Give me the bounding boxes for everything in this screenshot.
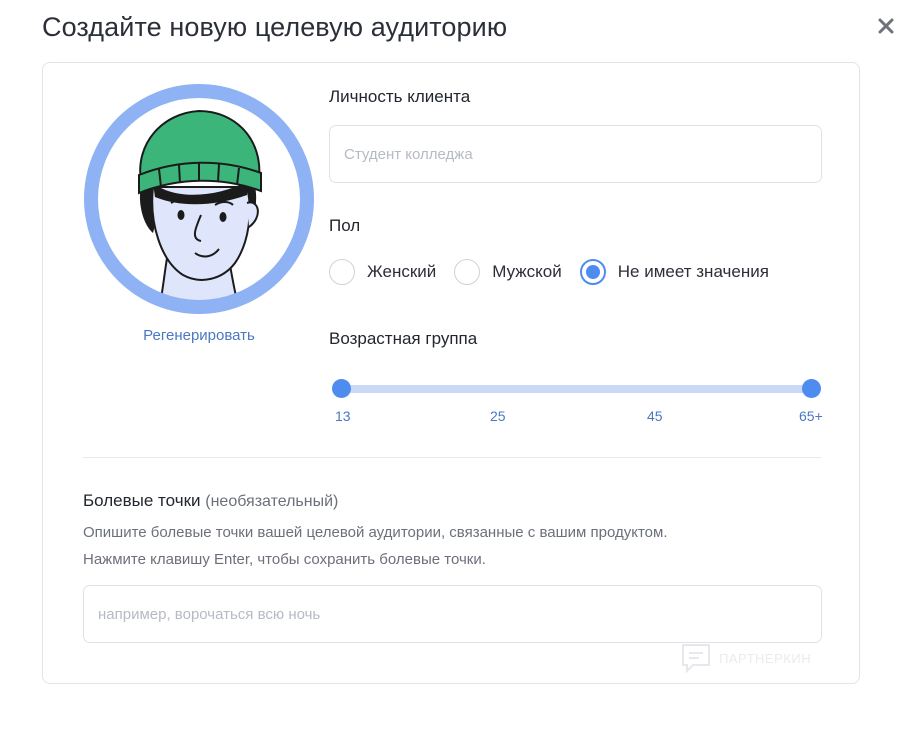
- gender-option-label: Мужской: [492, 262, 562, 281]
- regenerate-link[interactable]: Регенерировать: [83, 327, 315, 344]
- pain-points-title: Болевые точки: [83, 491, 201, 510]
- pain-points-hint: Нажмите клавишу Enter, чтобы сохранить б…: [83, 551, 486, 568]
- age-tick: 13: [335, 408, 351, 424]
- optional-tag: (необязательный): [205, 493, 339, 510]
- age-tick: 65+: [799, 408, 823, 424]
- gender-option-any[interactable]: Не имеет значения: [579, 259, 769, 285]
- section-divider: [83, 457, 821, 458]
- gender-option-label: Женский: [367, 262, 437, 281]
- gender-label: Пол: [329, 216, 361, 235]
- pain-points-label: Болевые точки (необязательный): [83, 491, 338, 511]
- age-range-slider[interactable]: [341, 385, 811, 393]
- age-tick: 45: [647, 408, 663, 424]
- gender-option-male[interactable]: Мужской: [454, 259, 562, 285]
- age-tick: 25: [490, 408, 506, 424]
- watermark-text: ПАРТНЕРКИН: [719, 650, 812, 666]
- pain-points-help: Опишите болевые точки вашей целевой ауди…: [83, 524, 668, 541]
- radio-male-circle[interactable]: [454, 259, 481, 285]
- radio-any-circle[interactable]: [579, 259, 606, 285]
- pain-points-input[interactable]: [83, 585, 822, 643]
- watermark: ПАРТНЕРКИН: [679, 641, 811, 675]
- gender-option-label: Не имеет значения: [617, 262, 769, 281]
- chat-bubble-icon: [682, 644, 710, 674]
- age-group-label: Возрастная группа: [329, 329, 478, 348]
- avatar-illustration: [84, 84, 314, 314]
- dialog-title: Создайте новую целевую аудиторию: [42, 12, 508, 42]
- radio-female-circle[interactable]: [329, 259, 355, 285]
- close-icon[interactable]: [878, 18, 894, 34]
- audience-form-card: Регенерировать Личность клиента Пол Женс…: [42, 62, 860, 684]
- gender-option-female[interactable]: Женский: [329, 259, 436, 285]
- age-max-handle[interactable]: [802, 379, 821, 398]
- close-button[interactable]: [872, 12, 900, 40]
- avatar: [83, 83, 315, 315]
- age-min-handle[interactable]: [332, 379, 351, 398]
- persona-input[interactable]: [329, 125, 822, 183]
- persona-label: Личность клиента: [329, 87, 471, 106]
- gender-radio-group: Женский Мужской Не имеет значения: [329, 257, 787, 287]
- radio-selected-dot: [585, 265, 600, 279]
